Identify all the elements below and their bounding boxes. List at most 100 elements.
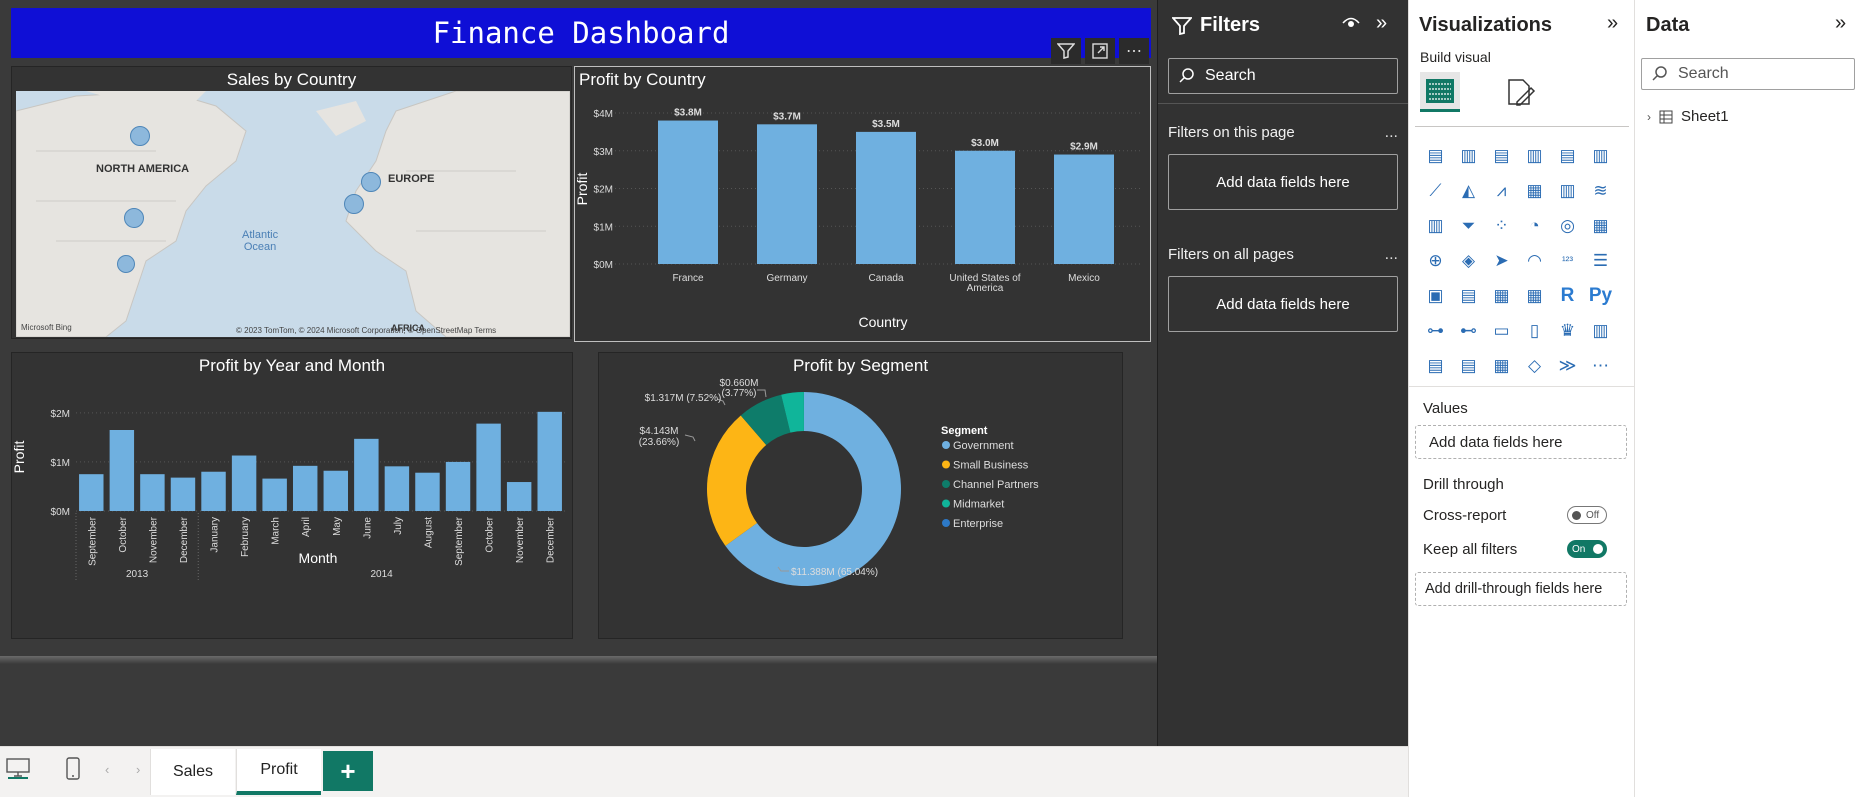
map-bubble-usa[interactable] (124, 208, 144, 228)
eye-icon[interactable] (1342, 16, 1360, 34)
visual-type-icon[interactable]: ▤ (1551, 138, 1584, 173)
more-options-icon[interactable]: ... (1385, 124, 1398, 142)
desktop-view-icon[interactable] (6, 757, 30, 785)
profit-by-country-chart[interactable]: Profit by Country $0M $1M $2M $3M $4M $3.8M Fr… (574, 66, 1151, 342)
visual-type-icon[interactable]: ▭ (1485, 313, 1518, 348)
collapse-filters-icon[interactable]: » (1376, 12, 1387, 35)
map-bubble-canada[interactable] (130, 126, 150, 146)
format-visual-tab-icon[interactable] (1505, 76, 1537, 113)
mobile-view-icon[interactable] (65, 757, 81, 787)
map-bubble-germany[interactable] (361, 172, 381, 192)
filters-this-page-drop[interactable]: Add data fields here (1168, 154, 1398, 210)
viz-divider (1409, 386, 1635, 387)
visual-type-icon[interactable]: ⁘ (1485, 208, 1518, 243)
more-options-icon[interactable]: ... (1385, 246, 1398, 264)
visual-type-icon[interactable]: ⋯ (1584, 348, 1617, 383)
visual-type-icon[interactable]: ≋ (1584, 173, 1617, 208)
chevron-right-icon[interactable]: › (1647, 110, 1651, 124)
build-visual-tab-icon[interactable] (1420, 72, 1460, 112)
visual-type-icon[interactable]: ◈ (1452, 243, 1485, 278)
map-credit-copyright[interactable]: © 2023 TomTom, © 2024 Microsoft Corporat… (236, 326, 496, 335)
data-search-input[interactable]: Search (1641, 58, 1855, 90)
filter-icon[interactable] (1051, 38, 1081, 64)
leader-line (684, 434, 696, 442)
ocean-label-line2: Ocean (243, 241, 277, 253)
profit-by-country-svg: $0M $1M $2M $3M $4M $3.8M France $3.7M Germany $3… (575, 108, 1140, 330)
visual-type-icon[interactable]: ▥ (1452, 138, 1485, 173)
next-page-icon[interactable]: › (136, 762, 140, 777)
map-bubble-mexico[interactable] (117, 255, 135, 273)
visual-type-icon[interactable]: ◔ (1518, 208, 1551, 243)
keep-filters-toggle[interactable]: On (1567, 540, 1607, 558)
visual-type-icon[interactable]: ▤ (1452, 348, 1485, 383)
visual-type-icon[interactable]: ⊶ (1419, 313, 1452, 348)
visual-type-icon[interactable]: ◎ (1551, 208, 1584, 243)
page-tab-profit[interactable]: Profit (236, 749, 321, 795)
visual-type-icon[interactable]: ⟋ (1419, 173, 1452, 208)
visual-type-icon[interactable]: ▤ (1452, 278, 1485, 313)
bar-canada (856, 131, 916, 264)
visual-type-icon[interactable]: ⩘ (1485, 173, 1518, 208)
keep-filters-label: Keep all filters (1423, 541, 1518, 558)
visual-type-icon[interactable]: ¹²³ (1551, 243, 1584, 278)
map-canvas[interactable]: NORTH AMERICA EUROPE Atlantic Ocean AFRI… (16, 91, 570, 337)
filter-icon (1172, 16, 1192, 35)
visual-type-icon[interactable]: R (1551, 278, 1584, 313)
visual-type-icon[interactable]: ➤ (1485, 243, 1518, 278)
visual-type-icon[interactable]: ☰ (1584, 243, 1617, 278)
collapse-visualizations-icon[interactable]: » (1607, 12, 1618, 35)
visual-type-icon[interactable]: ♛ (1551, 313, 1584, 348)
build-visual-label: Build visual (1420, 49, 1491, 65)
focus-mode-icon[interactable] (1085, 38, 1115, 64)
visual-type-icon[interactable]: ▣ (1419, 278, 1452, 313)
filters-search-input[interactable]: Search (1168, 58, 1398, 94)
visual-type-icon[interactable]: ▤ (1485, 138, 1518, 173)
legend-item: Small Business (953, 460, 1029, 472)
visual-type-icon[interactable]: ▥ (1551, 173, 1584, 208)
values-drop-zone[interactable]: Add data fields here (1415, 425, 1627, 459)
viz-divider (1415, 126, 1629, 127)
x-tick-label: March (271, 517, 282, 545)
visual-type-icon[interactable]: ▥ (1584, 138, 1617, 173)
bar-month (354, 438, 379, 511)
more-options-icon[interactable]: ⋯ (1119, 38, 1149, 64)
visual-type-icon[interactable]: ◭ (1452, 173, 1485, 208)
visual-type-icon[interactable]: ▤ (1419, 348, 1452, 383)
visual-type-icon[interactable]: ◠ (1518, 243, 1551, 278)
visual-type-icon[interactable]: Py (1584, 278, 1617, 313)
drill-through-drop-zone[interactable]: Add drill-through fields here (1415, 572, 1627, 606)
profit-by-year-month-chart[interactable]: Profit by Year and Month $0M $1M $2M Septem… (11, 352, 573, 639)
collapse-data-icon[interactable]: » (1835, 12, 1846, 35)
cross-report-toggle[interactable]: Off (1567, 506, 1607, 524)
visual-type-icon[interactable]: ≫ (1551, 348, 1584, 383)
table-item-sheet1[interactable]: › Sheet1 (1647, 108, 1729, 125)
x-tick-label: Germany (766, 273, 807, 284)
visual-type-icon[interactable]: ▦ (1584, 208, 1617, 243)
visual-type-icon[interactable]: ◇ (1518, 348, 1551, 383)
visual-type-icon[interactable]: ⊕ (1419, 243, 1452, 278)
search-placeholder: Search (1205, 67, 1256, 84)
bar-month (231, 455, 257, 511)
page-tab-sales[interactable]: Sales (150, 749, 235, 795)
x-tick-label: October (485, 516, 496, 552)
profit-by-segment-chart[interactable]: Profit by Segment $11.388M (65.04%) $4.14… (598, 352, 1123, 639)
visual-type-icon[interactable]: ⊷ (1452, 313, 1485, 348)
visual-type-icon[interactable]: ▥ (1419, 208, 1452, 243)
visual-type-icon[interactable]: ⏷ (1452, 208, 1485, 243)
y-axis-title: Profit (12, 441, 27, 474)
x-tick-label: December (179, 516, 190, 563)
previous-page-icon[interactable]: ‹ (105, 762, 109, 777)
visual-type-icon[interactable]: ▦ (1518, 173, 1551, 208)
map-bubble-france[interactable] (344, 194, 364, 214)
visual-type-icon[interactable]: ▥ (1518, 138, 1551, 173)
visual-type-icon[interactable]: ▦ (1518, 278, 1551, 313)
filters-all-pages-drop[interactable]: Add data fields here (1168, 276, 1398, 332)
visual-type-icon[interactable]: ▦ (1485, 348, 1518, 383)
visual-type-icon[interactable]: ▦ (1485, 278, 1518, 313)
add-page-button[interactable]: + (323, 751, 373, 791)
visual-type-icon[interactable]: ▥ (1584, 313, 1617, 348)
sales-by-country-map[interactable]: Sales by Country NORTH AMERICA EUROPE At… (11, 66, 572, 339)
y-tick-label: $0M (594, 260, 613, 271)
visual-type-icon[interactable]: ▯ (1518, 313, 1551, 348)
visual-type-icon[interactable]: ▤ (1419, 138, 1452, 173)
